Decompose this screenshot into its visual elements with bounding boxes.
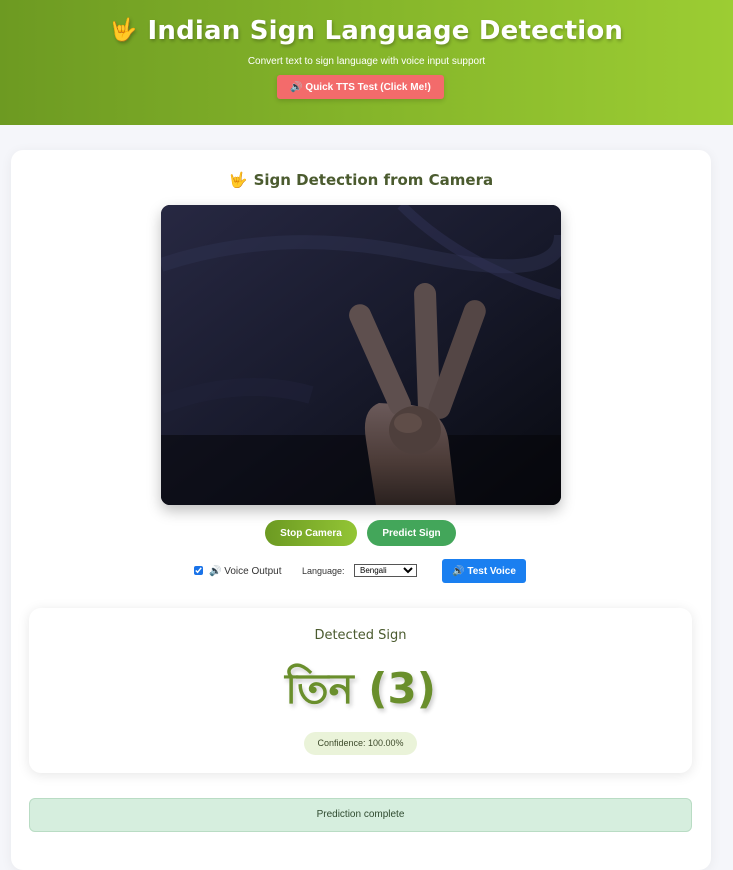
voice-output-label: 🔊 Voice Output (209, 566, 282, 577)
quick-tts-test-button[interactable]: 🔊 Quick TTS Test (Click Me!) (277, 75, 444, 99)
page-subtitle: Convert text to sign language with voice… (247, 56, 486, 67)
detected-sign-panel: Detected Sign তিন (3) Confidence: 100.00… (29, 608, 692, 773)
page-title-text: Indian Sign Language Detection (147, 16, 624, 46)
detection-card: 🤟 Sign Detection from Camera Stop Camera… (11, 150, 711, 870)
detected-sign-value: তিন (3) (285, 664, 436, 713)
camera-feed (161, 205, 561, 505)
test-voice-button[interactable]: 🔊 Test Voice (442, 559, 526, 583)
status-message: Prediction complete (29, 798, 692, 832)
sign-hand-icon: 🤟 (109, 18, 138, 43)
sign-hand-icon: 🤟 (228, 171, 248, 189)
predict-sign-button[interactable]: Predict Sign (367, 520, 456, 546)
app-header: 🤟 Indian Sign Language Detection Convert … (0, 0, 733, 125)
voice-output-checkbox[interactable] (194, 566, 203, 575)
camera-section-title-text: Sign Detection from Camera (253, 171, 494, 189)
detected-sign-title: Detected Sign (314, 628, 407, 643)
camera-frame-image (161, 205, 561, 505)
language-label: Language: (302, 566, 345, 576)
voice-controls: 🔊 Voice Output Language: Bengali 🔊 Test … (11, 559, 711, 584)
confidence-badge: Confidence: 100.00% (304, 732, 417, 755)
camera-section-title: 🤟 Sign Detection from Camera (11, 171, 711, 189)
language-select[interactable]: Bengali (354, 564, 417, 577)
stop-camera-button[interactable]: Stop Camera (265, 520, 357, 546)
page-title: 🤟 Indian Sign Language Detection (0, 16, 733, 46)
